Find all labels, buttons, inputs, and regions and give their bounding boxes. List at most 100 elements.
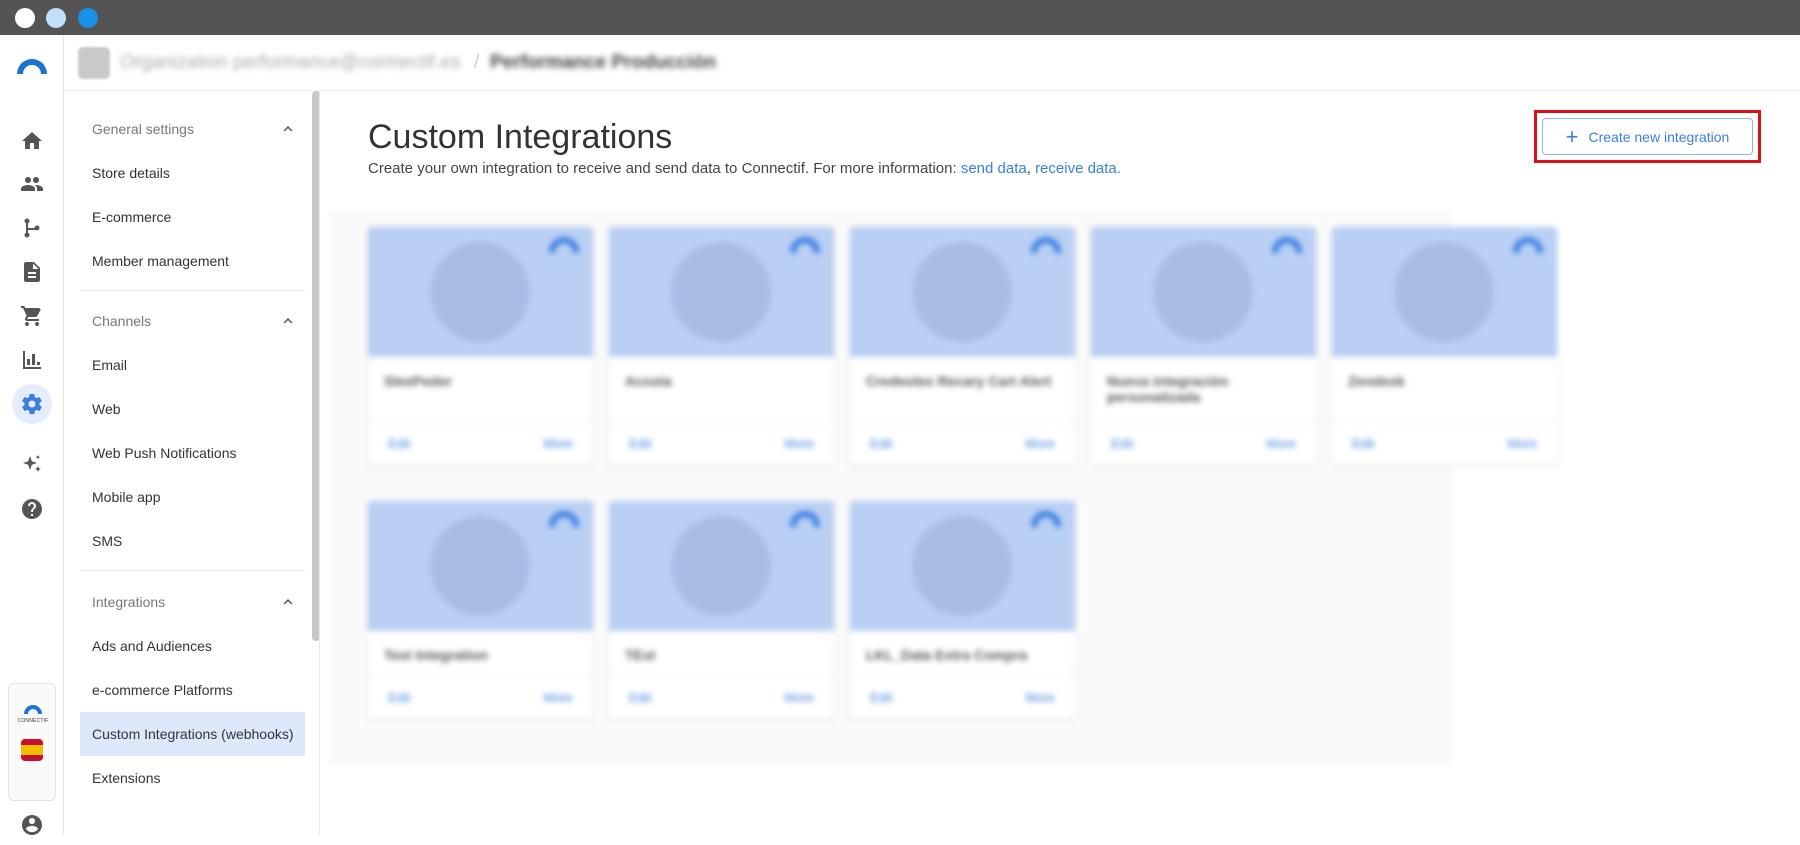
sidebar-divider xyxy=(80,570,305,571)
section-channels[interactable]: Channels xyxy=(80,299,305,343)
more-button[interactable]: More xyxy=(784,690,814,705)
sidebar-item-e-commerce[interactable]: E-commerce xyxy=(80,195,305,239)
webhook-icon xyxy=(912,242,1012,342)
organization-avatar xyxy=(78,47,110,79)
sidebar-item-web-push[interactable]: Web Push Notifications xyxy=(80,431,305,475)
page-title: Custom Integrations xyxy=(368,118,673,156)
sidebar-item-custom-integrations[interactable]: Custom Integrations (webhooks) xyxy=(80,712,305,756)
webhook-icon xyxy=(430,242,530,342)
integration-card[interactable]: Credeoles Recary Cart Alert Edit More xyxy=(850,227,1075,465)
sidebar-item-member-management[interactable]: Member management xyxy=(80,239,305,283)
section-integrations[interactable]: Integrations xyxy=(80,580,305,624)
connectif-badge-icon xyxy=(549,237,579,253)
edit-button[interactable]: Edit xyxy=(629,690,651,705)
rail-workflows-button[interactable] xyxy=(12,208,52,248)
connectif-badge-icon xyxy=(1513,237,1543,253)
more-button[interactable]: More xyxy=(1025,690,1055,705)
section-title: General settings xyxy=(92,121,194,137)
integration-card[interactable]: Zendesk Edit More xyxy=(1332,227,1557,465)
rail-reports-button[interactable] xyxy=(12,340,52,380)
more-button[interactable]: More xyxy=(1266,436,1296,451)
integration-card[interactable]: TEst Edit More xyxy=(609,501,834,719)
breadcrumb: Organization performance@connectif.es / … xyxy=(64,35,1800,91)
edit-button[interactable]: Edit xyxy=(388,690,410,705)
sidebar-scrollbar[interactable] xyxy=(312,91,319,641)
card-actions: Edit More xyxy=(368,421,593,465)
card-image xyxy=(850,227,1075,357)
breadcrumb-separator: / xyxy=(474,52,480,73)
create-new-integration-button[interactable]: + Create new integration xyxy=(1542,118,1753,155)
section-title: Channels xyxy=(92,313,152,329)
cart-icon xyxy=(21,306,41,326)
rail-ai-button[interactable] xyxy=(12,445,52,485)
integration-card[interactable]: Nueva integración personalizada Edit More xyxy=(1091,227,1316,465)
content-icon xyxy=(24,262,40,282)
more-button[interactable]: More xyxy=(543,690,573,705)
more-button[interactable]: More xyxy=(1025,436,1055,451)
breadcrumb-organization[interactable]: Organization performance@connectif.es xyxy=(120,52,460,74)
card-actions: Edit More xyxy=(609,675,834,719)
account-switcher[interactable]: CONNECTIF xyxy=(8,683,56,801)
edit-button[interactable]: Edit xyxy=(1352,436,1374,451)
webhook-icon xyxy=(430,516,530,616)
more-button[interactable]: More xyxy=(784,436,814,451)
window-close-button[interactable] xyxy=(15,8,35,28)
sidebar-item-ecommerce-platforms[interactable]: e-commerce Platforms xyxy=(80,668,305,712)
contacts-icon xyxy=(21,177,43,191)
card-title: LKL_Data Extra Compra xyxy=(866,647,1028,663)
edit-button[interactable]: Edit xyxy=(629,436,651,451)
card-title: Acosta xyxy=(625,373,672,389)
integration-card[interactable]: SleePeder Edit More xyxy=(368,227,593,465)
connectif-badge-icon xyxy=(790,511,820,527)
section-general-settings[interactable]: General settings xyxy=(80,107,305,151)
card-title: SleePeder xyxy=(384,373,452,389)
integration-card[interactable]: LKL_Data Extra Compra Edit More xyxy=(850,501,1075,719)
send-data-link[interactable]: send data xyxy=(961,160,1027,177)
section-title: Integrations xyxy=(92,594,166,610)
rail-profile-button[interactable] xyxy=(12,805,52,845)
spain-flag-icon[interactable] xyxy=(21,739,43,761)
plus-icon: + xyxy=(1565,123,1579,149)
rail-home-button[interactable] xyxy=(12,121,52,161)
workflows-icon xyxy=(24,218,40,238)
window-maximize-button[interactable] xyxy=(78,8,98,28)
sparkles-icon xyxy=(23,455,41,472)
connectif-badge-icon xyxy=(1272,237,1302,253)
rail-cart-button[interactable] xyxy=(12,296,52,336)
chevron-up-icon xyxy=(283,599,293,605)
webhook-icon xyxy=(671,242,771,342)
card-image xyxy=(850,501,1075,631)
rail-content-button[interactable] xyxy=(12,252,52,292)
card-image xyxy=(368,501,593,631)
rail-help-button[interactable] xyxy=(12,489,52,529)
edit-button[interactable]: Edit xyxy=(870,436,892,451)
edit-button[interactable]: Edit xyxy=(388,436,410,451)
create-button-label: Create new integration xyxy=(1588,128,1730,145)
integration-card[interactable]: Acosta Edit More xyxy=(609,227,834,465)
sidebar-item-web[interactable]: Web xyxy=(80,387,305,431)
icon-rail: CONNECTIF xyxy=(0,35,64,835)
card-actions: Edit More xyxy=(368,675,593,719)
sidebar-item-email[interactable]: Email xyxy=(80,343,305,387)
sidebar-item-store-details[interactable]: Store details xyxy=(80,151,305,195)
sidebar-item-extensions[interactable]: Extensions xyxy=(80,756,305,800)
edit-button[interactable]: Edit xyxy=(870,690,892,705)
rail-settings-button[interactable] xyxy=(12,384,52,424)
subtitle-comma: , xyxy=(1026,160,1031,177)
chevron-up-icon xyxy=(283,318,293,324)
edit-button[interactable]: Edit xyxy=(1111,436,1133,451)
receive-data-link[interactable]: receive data. xyxy=(1035,160,1121,177)
more-button[interactable]: More xyxy=(543,436,573,451)
breadcrumb-account[interactable]: Performance Producción xyxy=(490,52,716,74)
brand-label: CONNECTIF xyxy=(17,718,49,724)
sidebar-item-mobile-app[interactable]: Mobile app xyxy=(80,475,305,519)
sidebar-item-ads-audiences[interactable]: Ads and Audiences xyxy=(80,624,305,668)
integration-card[interactable]: Test Integration Edit More xyxy=(368,501,593,719)
connectif-logo-icon[interactable] xyxy=(12,50,52,80)
more-button[interactable]: More xyxy=(1507,436,1537,451)
card-image xyxy=(368,227,593,357)
window-minimize-button[interactable] xyxy=(46,8,66,28)
rail-contacts-button[interactable] xyxy=(12,164,52,204)
webhook-icon xyxy=(671,516,771,616)
sidebar-item-sms[interactable]: SMS xyxy=(80,519,305,563)
